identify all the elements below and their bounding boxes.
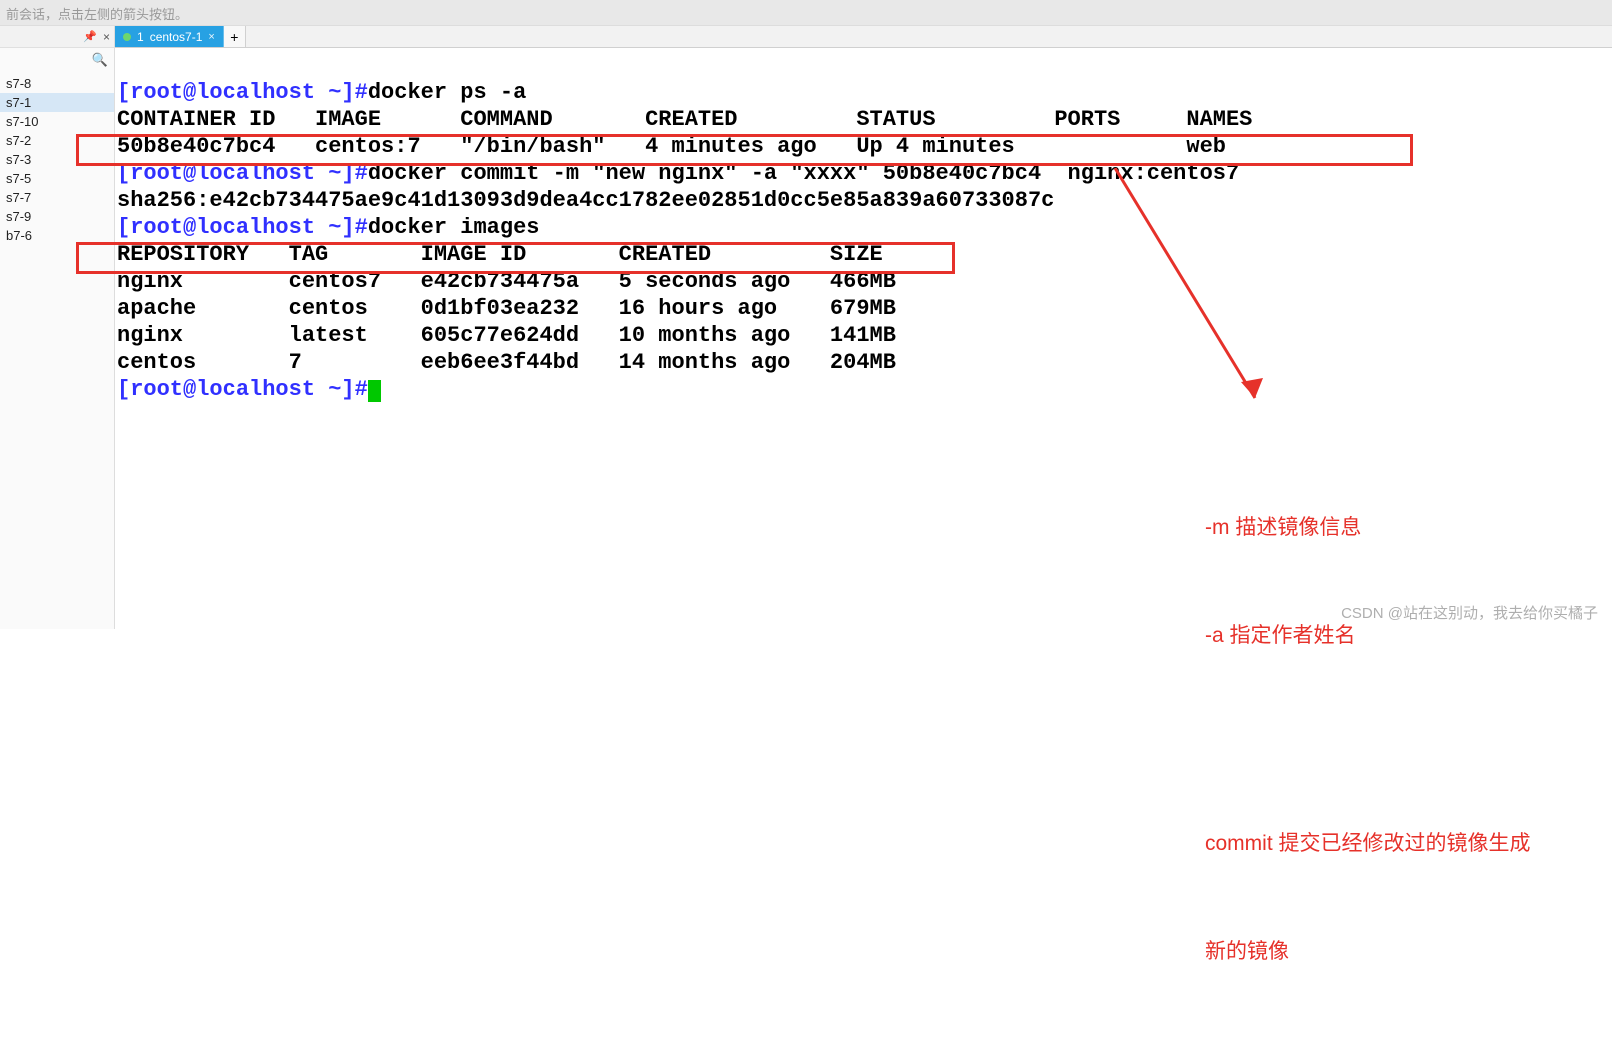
- tab-label: centos7-1: [150, 30, 203, 44]
- add-tab-button[interactable]: +: [224, 26, 246, 47]
- content-area: 1 centos7-1 × + [root@localhost ~]#docke…: [115, 26, 1612, 629]
- sidebar-item[interactable]: s7-5: [0, 169, 114, 188]
- img-row: nginx centos7 e42cb734475a 5 seconds ago…: [117, 269, 896, 294]
- annotation-box: -m 描述镜像信息 -a 指定作者姓名 commit 提交已经修改过的镜像生成 …: [1205, 438, 1531, 1042]
- cmd-images: docker images: [368, 215, 540, 240]
- tab-active[interactable]: 1 centos7-1 ×: [115, 26, 224, 47]
- terminal[interactable]: [root@localhost ~]#docker ps -a CONTAINE…: [115, 48, 1612, 623]
- cursor: [368, 380, 381, 402]
- sidebar-filter-row: 🔍: [0, 48, 114, 72]
- sidebar-item[interactable]: s7-3: [0, 150, 114, 169]
- prompt: [root@localhost ~]#: [117, 377, 368, 402]
- window-hint-text: 前会话，点击左侧的箭头按钮。: [6, 7, 188, 22]
- plus-icon: +: [230, 29, 238, 45]
- ps-row: 50b8e40c7bc4 centos:7 "/bin/bash" 4 minu…: [117, 134, 1226, 159]
- img-row: nginx latest 605c77e624dd 10 months ago …: [117, 323, 896, 348]
- prompt: [root@localhost ~]#: [117, 80, 368, 105]
- sha-line: sha256:e42cb734475ae9c41d13093d9dea4cc17…: [117, 188, 1054, 213]
- ps-header: CONTAINER ID IMAGE COMMAND CREATED STATU…: [117, 107, 1252, 132]
- tab-bar: 1 centos7-1 × +: [115, 26, 1612, 48]
- prompt: [root@localhost ~]#: [117, 215, 368, 240]
- sidebar-item[interactable]: b7-6: [0, 226, 114, 245]
- cmd-commit: docker commit -m "new nginx" -a "xxxx" 5…: [368, 161, 1239, 186]
- close-tab-icon[interactable]: ×: [208, 31, 214, 43]
- sidebar-item[interactable]: s7-1: [0, 93, 114, 112]
- status-dot-icon: [123, 33, 131, 41]
- sidebar-list: s7-8s7-1s7-10s7-2s7-3s7-5s7-7s7-9b7-6: [0, 72, 114, 245]
- prompt: [root@localhost ~]#: [117, 161, 368, 186]
- sidebar-item[interactable]: s7-2: [0, 131, 114, 150]
- close-icon[interactable]: ×: [103, 30, 110, 44]
- annotation-commit-1: commit 提交已经修改过的镜像生成: [1205, 826, 1531, 862]
- sidebar-item[interactable]: s7-10: [0, 112, 114, 131]
- annotation-commit-2: 新的镜像: [1205, 934, 1531, 970]
- img-header: REPOSITORY TAG IMAGE ID CREATED SIZE: [117, 242, 883, 267]
- img-row: apache centos 0d1bf03ea232 16 hours ago …: [117, 296, 896, 321]
- img-row: centos 7 eeb6ee3f44bd 14 months ago 204M…: [117, 350, 896, 375]
- cmd-ps: docker ps -a: [368, 80, 526, 105]
- watermark: CSDN @站在这别动，我去给你买橘子: [1341, 602, 1598, 623]
- sidebar-header: 📌 ×: [0, 26, 114, 48]
- window-hint-bar: 前会话，点击左侧的箭头按钮。: [0, 0, 1612, 26]
- filter-icon[interactable]: 🔍: [92, 52, 108, 68]
- sidebar-item[interactable]: s7-7: [0, 188, 114, 207]
- annotation-a: -a 指定作者姓名: [1205, 618, 1531, 654]
- sidebar-item[interactable]: s7-9: [0, 207, 114, 226]
- tab-index: 1: [137, 30, 144, 44]
- arrow-icon: [1095, 168, 1295, 428]
- main-row: 📌 × 🔍 s7-8s7-1s7-10s7-2s7-3s7-5s7-7s7-9b…: [0, 26, 1612, 629]
- annotation-m: -m 描述镜像信息: [1205, 510, 1531, 546]
- sidebar: 📌 × 🔍 s7-8s7-1s7-10s7-2s7-3s7-5s7-7s7-9b…: [0, 26, 115, 629]
- sidebar-item[interactable]: s7-8: [0, 74, 114, 93]
- pin-icon[interactable]: 📌: [83, 30, 97, 43]
